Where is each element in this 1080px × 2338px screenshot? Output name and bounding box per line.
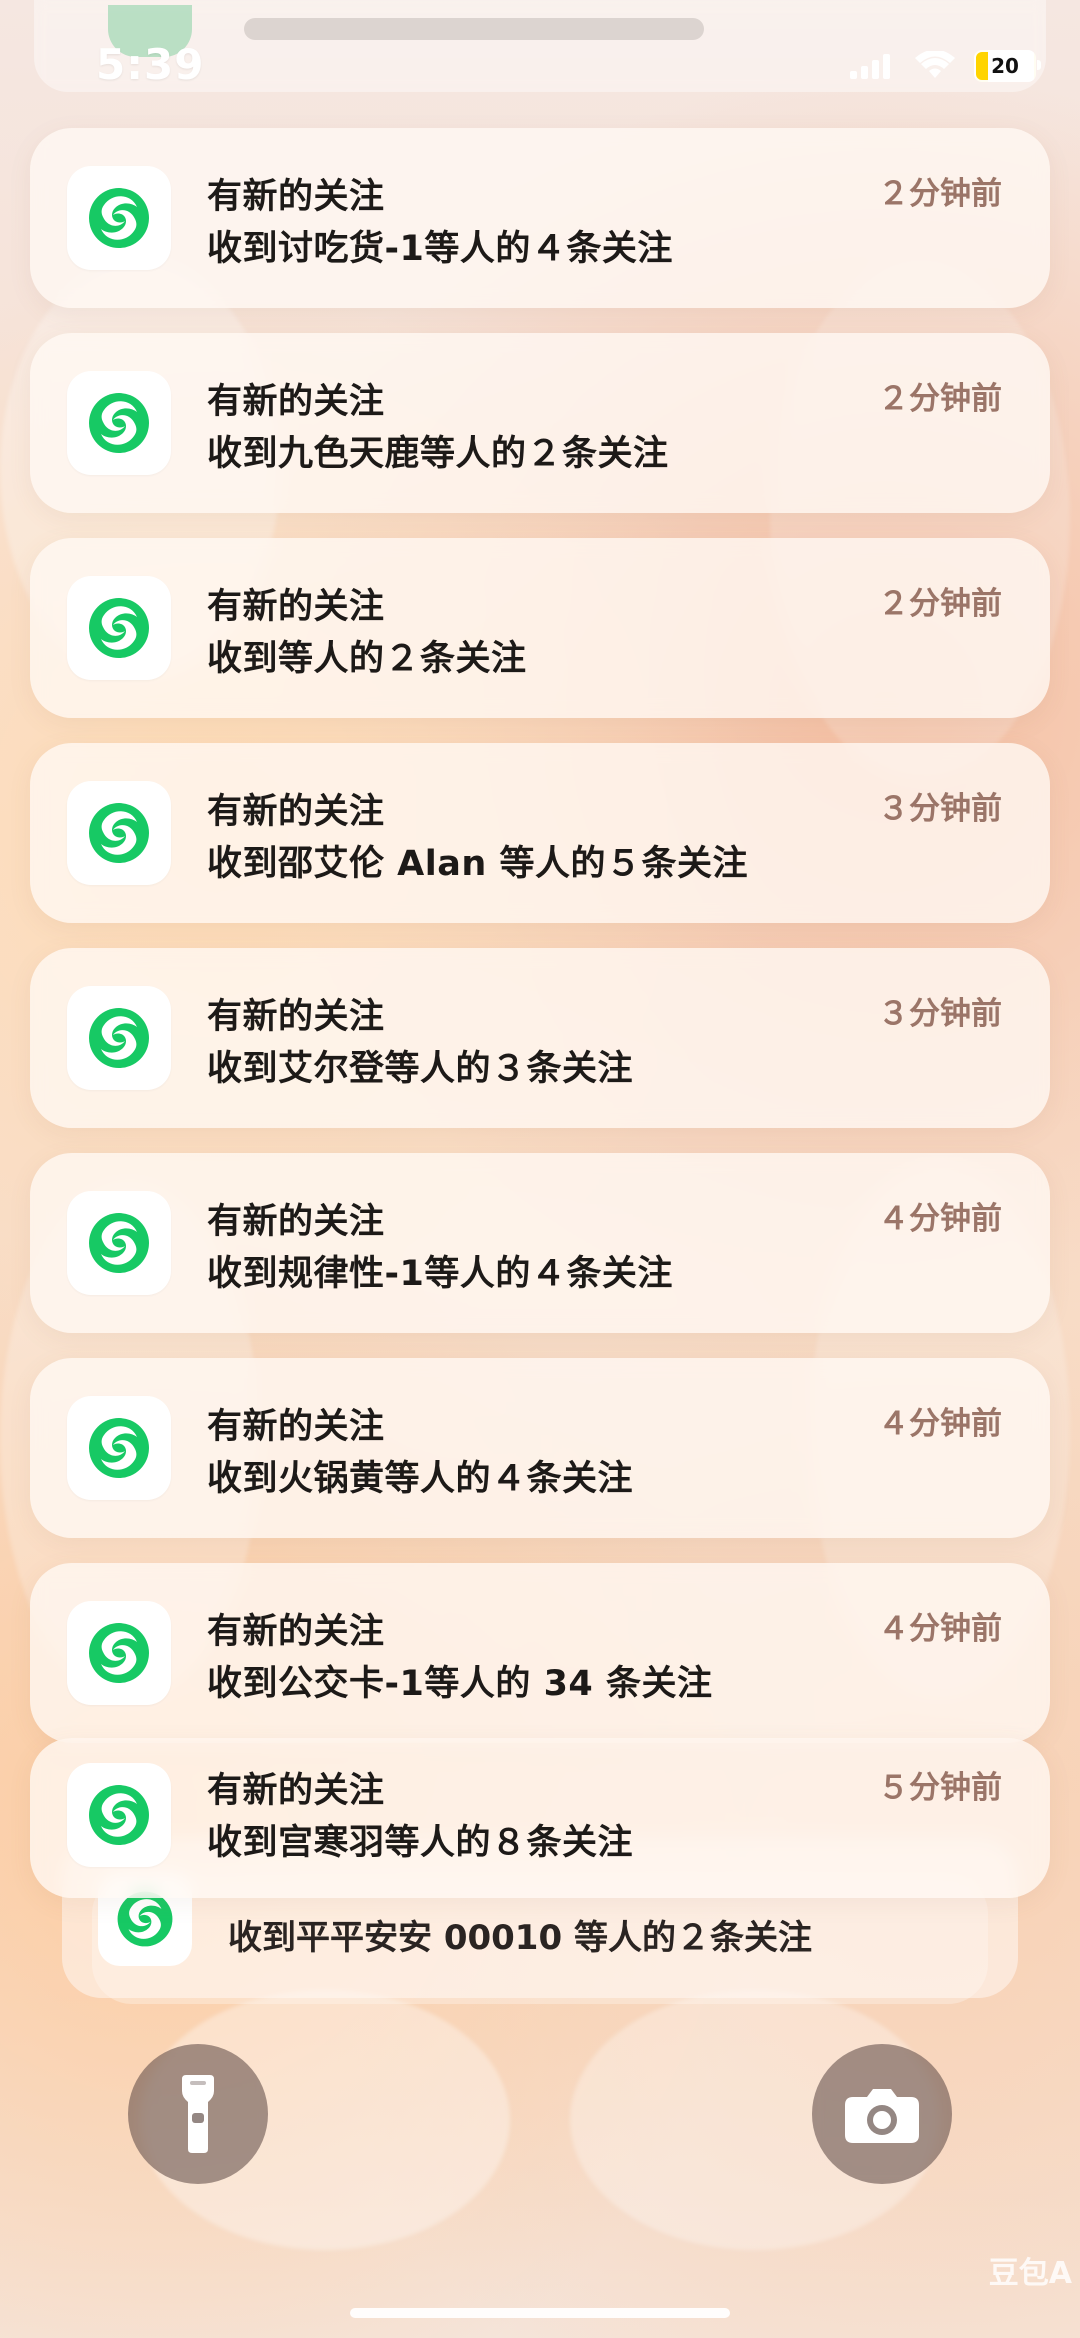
status-time: 5:39 — [96, 40, 205, 89]
home-indicator[interactable] — [350, 2308, 730, 2318]
notification-card[interactable]: 有新的关注 收到宫寒羽等人的８条关注 ５分钟前 — [30, 1738, 1050, 1898]
status-bar: 5:39 20 — [0, 0, 1080, 138]
app-icon — [67, 166, 171, 270]
status-icons: 20 — [848, 50, 1041, 82]
app-icon — [67, 371, 171, 475]
notification-body: 收到邵艾伦 Alan 等人的５条关注 — [207, 844, 748, 884]
notification-card[interactable]: 有新的关注 收到邵艾伦 Alan 等人的５条关注 ３分钟前 — [30, 743, 1050, 923]
notification-title: 有新的关注 — [207, 382, 385, 422]
battery-level: 20 — [991, 54, 1019, 78]
app-icon — [67, 1396, 171, 1500]
notification-title: 有新的关注 — [207, 177, 385, 217]
notification-time: ２分钟前 — [878, 586, 1002, 622]
notification-card[interactable]: 有新的关注 收到讨吃货-1等人的４条关注 ２分钟前 — [30, 128, 1050, 308]
app-icon — [67, 1763, 171, 1867]
notification-time: ４分钟前 — [878, 1406, 1002, 1442]
notification-time: ４分钟前 — [878, 1201, 1002, 1237]
notification-body: 收到宫寒羽等人的８条关注 — [207, 1823, 634, 1863]
flashlight-icon — [182, 2075, 214, 2153]
notification-title: 有新的关注 — [207, 1771, 385, 1811]
app-icon — [67, 576, 171, 680]
notification-time: ４分钟前 — [878, 1611, 1002, 1647]
camera-icon — [845, 2089, 919, 2143]
notification-body: 收到讨吃货-1等人的４条关注 — [207, 229, 673, 269]
app-icon — [67, 986, 171, 1090]
app-icon — [67, 1601, 171, 1705]
notification-card[interactable]: 有新的关注 收到艾尔登等人的３条关注 ３分钟前 — [30, 948, 1050, 1128]
notification-card[interactable]: 有新的关注 收到等人的２条关注 ２分钟前 — [30, 538, 1050, 718]
battery-icon: 20 — [974, 50, 1041, 82]
notification-body: 收到火锅黄等人的４条关注 — [207, 1459, 634, 1499]
notification-time: ２分钟前 — [878, 381, 1002, 417]
notification-card[interactable]: 有新的关注 收到火锅黄等人的４条关注 ４分钟前 — [30, 1358, 1050, 1538]
notification-time: ３分钟前 — [878, 791, 1002, 827]
notification-body: 收到九色天鹿等人的２条关注 — [207, 434, 669, 474]
camera-button[interactable] — [812, 2044, 952, 2184]
notification-title: 有新的关注 — [207, 997, 385, 1037]
flashlight-button[interactable] — [128, 2044, 268, 2184]
notification-title: 有新的关注 — [207, 587, 385, 627]
app-icon — [67, 781, 171, 885]
stacked-notification-body: 收到平平安安 00010 等人的２条关注 — [228, 1918, 812, 1958]
notification-card[interactable]: 有新的关注 收到规律性-1等人的４条关注 ４分钟前 — [30, 1153, 1050, 1333]
notification-time: ５分钟前 — [878, 1770, 1002, 1806]
lockscreen-controls: 豆包A — [0, 1978, 1080, 2338]
notification-title: 有新的关注 — [207, 1202, 385, 1242]
notification-body: 收到艾尔登等人的３条关注 — [207, 1049, 634, 1089]
notification-title: 有新的关注 — [207, 792, 385, 832]
notification-body: 收到等人的２条关注 — [207, 639, 527, 679]
notification-title: 有新的关注 — [207, 1612, 385, 1652]
signal-icon — [850, 54, 890, 79]
notification-body: 收到公交卡-1等人的 34 条关注 — [207, 1664, 713, 1704]
notification-card[interactable]: 有新的关注 收到公交卡-1等人的 34 条关注 ４分钟前 — [30, 1563, 1050, 1743]
app-icon — [67, 1191, 171, 1295]
notification-body: 收到规律性-1等人的４条关注 — [207, 1254, 673, 1294]
notification-time: ２分钟前 — [878, 176, 1002, 212]
notification-title: 有新的关注 — [207, 1407, 385, 1447]
wifi-icon — [915, 51, 955, 78]
notification-time: ３分钟前 — [878, 996, 1002, 1032]
watermark-text: 豆包A — [988, 2256, 1072, 2291]
notification-card[interactable]: 有新的关注 收到九色天鹿等人的２条关注 ２分钟前 — [30, 333, 1050, 513]
